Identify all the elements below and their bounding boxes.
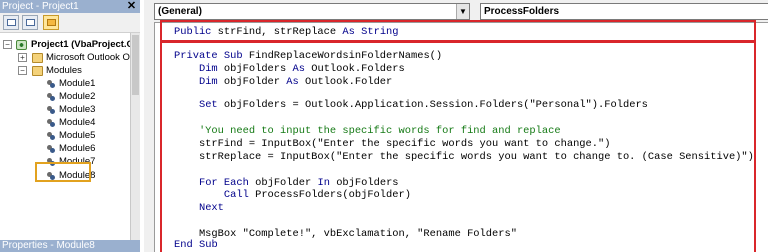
close-icon[interactable]: ✕ xyxy=(126,0,137,13)
code-line: Set objFolders = Outlook.Application.Ses… xyxy=(198,99,648,111)
chevron-down-icon[interactable]: ▼ xyxy=(456,4,469,19)
tree-item-label: Microsoft Outlook Object xyxy=(46,52,130,63)
procedure-dropdown-value: ProcessFolders xyxy=(484,6,560,17)
project-explorer-toolbar xyxy=(0,13,140,33)
collapse-icon[interactable]: − xyxy=(18,66,27,75)
view-code-button[interactable] xyxy=(3,15,19,30)
tree-item-label: Module6 xyxy=(59,143,96,154)
tree-item-label: Project1 (VbaProject.OT xyxy=(31,39,131,50)
tree-item-module[interactable]: Module5 xyxy=(0,130,130,142)
tree-item-outlook-objects[interactable]: + Microsoft Outlook Object xyxy=(0,52,130,64)
tree-item-modules[interactable]: − Modules xyxy=(0,65,130,77)
tree-item-label: Module1 xyxy=(59,78,96,89)
tree-item-label: Modules xyxy=(46,65,82,76)
code-line: Call ProcessFolders(objFolder) xyxy=(223,189,411,201)
tree-item-label: Module3 xyxy=(59,104,96,115)
view-object-button[interactable] xyxy=(22,15,38,30)
collapse-icon[interactable]: − xyxy=(3,40,12,49)
code-line: MsgBox "Complete!", vbExclamation, "Rena… xyxy=(174,228,517,240)
tree-item-module[interactable]: Module4 xyxy=(0,117,130,129)
project-explorer-pane: Project - Project1 ✕ − Project1 (VbaProj… xyxy=(0,0,140,252)
code-line: Public strFind, strReplace As String xyxy=(174,26,399,38)
folder-icon xyxy=(47,19,56,26)
code-line: strFind = InputBox("Enter the specific w… xyxy=(174,138,611,150)
object-dropdown[interactable]: (General) ▼ xyxy=(154,3,470,20)
project-explorer-title: Project - Project1 xyxy=(0,0,140,13)
tree-item-module[interactable]: Module1 xyxy=(0,78,130,90)
expand-icon[interactable]: + xyxy=(18,53,27,62)
tree-item-label: Module4 xyxy=(59,117,96,128)
module-icon xyxy=(46,144,56,154)
tree-item-label: Module2 xyxy=(59,91,96,102)
module-icon xyxy=(46,118,56,128)
module-icon xyxy=(46,105,56,115)
code-line: End Sub xyxy=(174,239,218,251)
selection-highlight xyxy=(35,162,91,182)
procedure-dropdown[interactable]: ProcessFolders xyxy=(480,3,768,20)
code-line: Private Sub FindReplaceWordsinFolderName… xyxy=(174,50,443,62)
scrollbar-thumb[interactable] xyxy=(132,35,139,95)
open-folder-icon xyxy=(32,66,43,76)
code-line: For Each objFolder In objFolders xyxy=(198,177,399,189)
code-line: Next xyxy=(198,202,224,214)
module-icon xyxy=(46,131,56,141)
tree-item-module[interactable]: Module3 xyxy=(0,104,130,116)
code-line: Dim objFolder As Outlook.Folder xyxy=(198,76,393,88)
tree-item-label: Module5 xyxy=(59,130,96,141)
tree-item-module[interactable]: Module2 xyxy=(0,91,130,103)
object-dropdown-value: (General) xyxy=(158,6,202,17)
tree-item-project[interactable]: − Project1 (VbaProject.OT xyxy=(0,39,131,51)
module-icon xyxy=(46,92,56,102)
view-object-icon xyxy=(26,19,35,26)
properties-title: Properties - Module8 xyxy=(0,240,140,252)
project-tree: − Project1 (VbaProject.OT + Microsoft Ou… xyxy=(0,33,131,240)
code-line: 'You need to input the specific words fo… xyxy=(174,125,561,137)
project-icon xyxy=(16,40,27,50)
module-icon xyxy=(46,79,56,89)
folder-icon xyxy=(32,53,43,63)
code-line: strReplace = InputBox("Enter the specifi… xyxy=(174,151,754,163)
toggle-folders-button[interactable] xyxy=(43,15,59,30)
code-line: Dim objFolders As Outlook.Folders xyxy=(198,63,405,75)
code-window: (General) ▼ ProcessFolders Public strFin… xyxy=(144,0,768,252)
tree-item-module[interactable]: Module6 xyxy=(0,143,130,155)
tree-scrollbar[interactable] xyxy=(131,33,140,240)
view-code-icon xyxy=(7,19,16,26)
